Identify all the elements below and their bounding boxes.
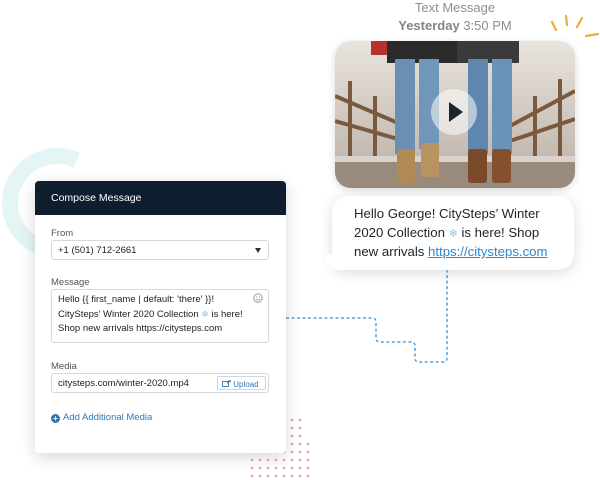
decor-dot xyxy=(290,442,294,446)
decor-dot xyxy=(266,466,270,470)
decor-dot xyxy=(274,474,278,478)
decor-dot xyxy=(258,466,262,470)
decor-dot xyxy=(306,458,310,462)
decor-dot xyxy=(266,474,270,478)
decor-dot xyxy=(298,466,302,470)
message-type-label: Text Message xyxy=(414,0,496,15)
decor-dot xyxy=(250,458,254,462)
chevron-down-icon xyxy=(255,248,261,253)
decor-dot xyxy=(290,458,294,462)
video-thumbnail[interactable] xyxy=(335,41,575,188)
decor-dot xyxy=(298,474,302,478)
decor-dot xyxy=(250,466,254,470)
decor-dot xyxy=(298,434,302,438)
snowflake-icon: ❄ xyxy=(448,227,458,240)
decor-dot xyxy=(266,458,270,462)
decor-dot xyxy=(290,426,294,430)
message-text: Hello {{ first_name | default: 'there' }… xyxy=(58,294,215,320)
message-textarea[interactable]: Hello {{ first_name | default: 'there' }… xyxy=(51,289,269,343)
from-label: From xyxy=(51,228,74,239)
compose-message-card: Compose Message From +1 (501) 712-2661 M… xyxy=(35,181,286,453)
decor-dot xyxy=(274,458,278,462)
play-icon[interactable] xyxy=(431,89,477,135)
decor-dot xyxy=(282,466,286,470)
decor-dot xyxy=(290,474,294,478)
emoji-icon[interactable] xyxy=(253,293,263,303)
from-value: +1 (501) 712-2661 xyxy=(58,245,137,256)
decor-dot xyxy=(290,450,294,454)
add-media-label: Add Additional Media xyxy=(63,412,153,423)
decor-dot xyxy=(282,474,286,478)
sms-link[interactable]: https://citysteps.com xyxy=(428,244,547,259)
bubble-tail xyxy=(326,254,346,270)
decor-dot xyxy=(258,458,262,462)
decor-dot xyxy=(290,466,294,470)
plus-circle-icon: + xyxy=(51,414,60,423)
decor-dot xyxy=(298,458,302,462)
decor-dot xyxy=(298,418,302,422)
snowflake-icon: ❄ xyxy=(201,309,209,319)
media-label: Media xyxy=(51,361,77,372)
decor-dot xyxy=(306,474,310,478)
decor-dot xyxy=(274,466,278,470)
media-input[interactable]: citysteps.com/winter-2020.mp4 Upload xyxy=(51,373,269,393)
sms-bubble: Hello George! CitySteps’ Winter 2020 Col… xyxy=(326,196,574,270)
from-select[interactable]: +1 (501) 712-2661 xyxy=(51,240,269,260)
decor-dot xyxy=(282,458,286,462)
message-label: Message xyxy=(51,277,90,288)
decor-dot xyxy=(306,466,310,470)
decor-dot xyxy=(298,442,302,446)
decor-dot xyxy=(290,418,294,422)
decor-dot xyxy=(298,450,302,454)
decor-dot xyxy=(298,426,302,430)
message-header: Text Message Yesterday 3:50 PM xyxy=(390,0,520,35)
media-value: citysteps.com/winter-2020.mp4 xyxy=(58,378,189,389)
upload-button[interactable]: Upload xyxy=(217,376,266,390)
upload-label: Upload xyxy=(233,380,259,389)
decor-dot xyxy=(250,474,254,478)
add-media-link[interactable]: + Add Additional Media xyxy=(51,412,152,423)
message-timestamp: Yesterday 3:50 PM xyxy=(398,18,512,33)
compose-title: Compose Message xyxy=(35,181,286,215)
upload-icon xyxy=(222,380,231,387)
decor-dot xyxy=(306,450,310,454)
decor-dot xyxy=(290,434,294,438)
decor-dot xyxy=(306,442,310,446)
decor-dot xyxy=(258,474,262,478)
